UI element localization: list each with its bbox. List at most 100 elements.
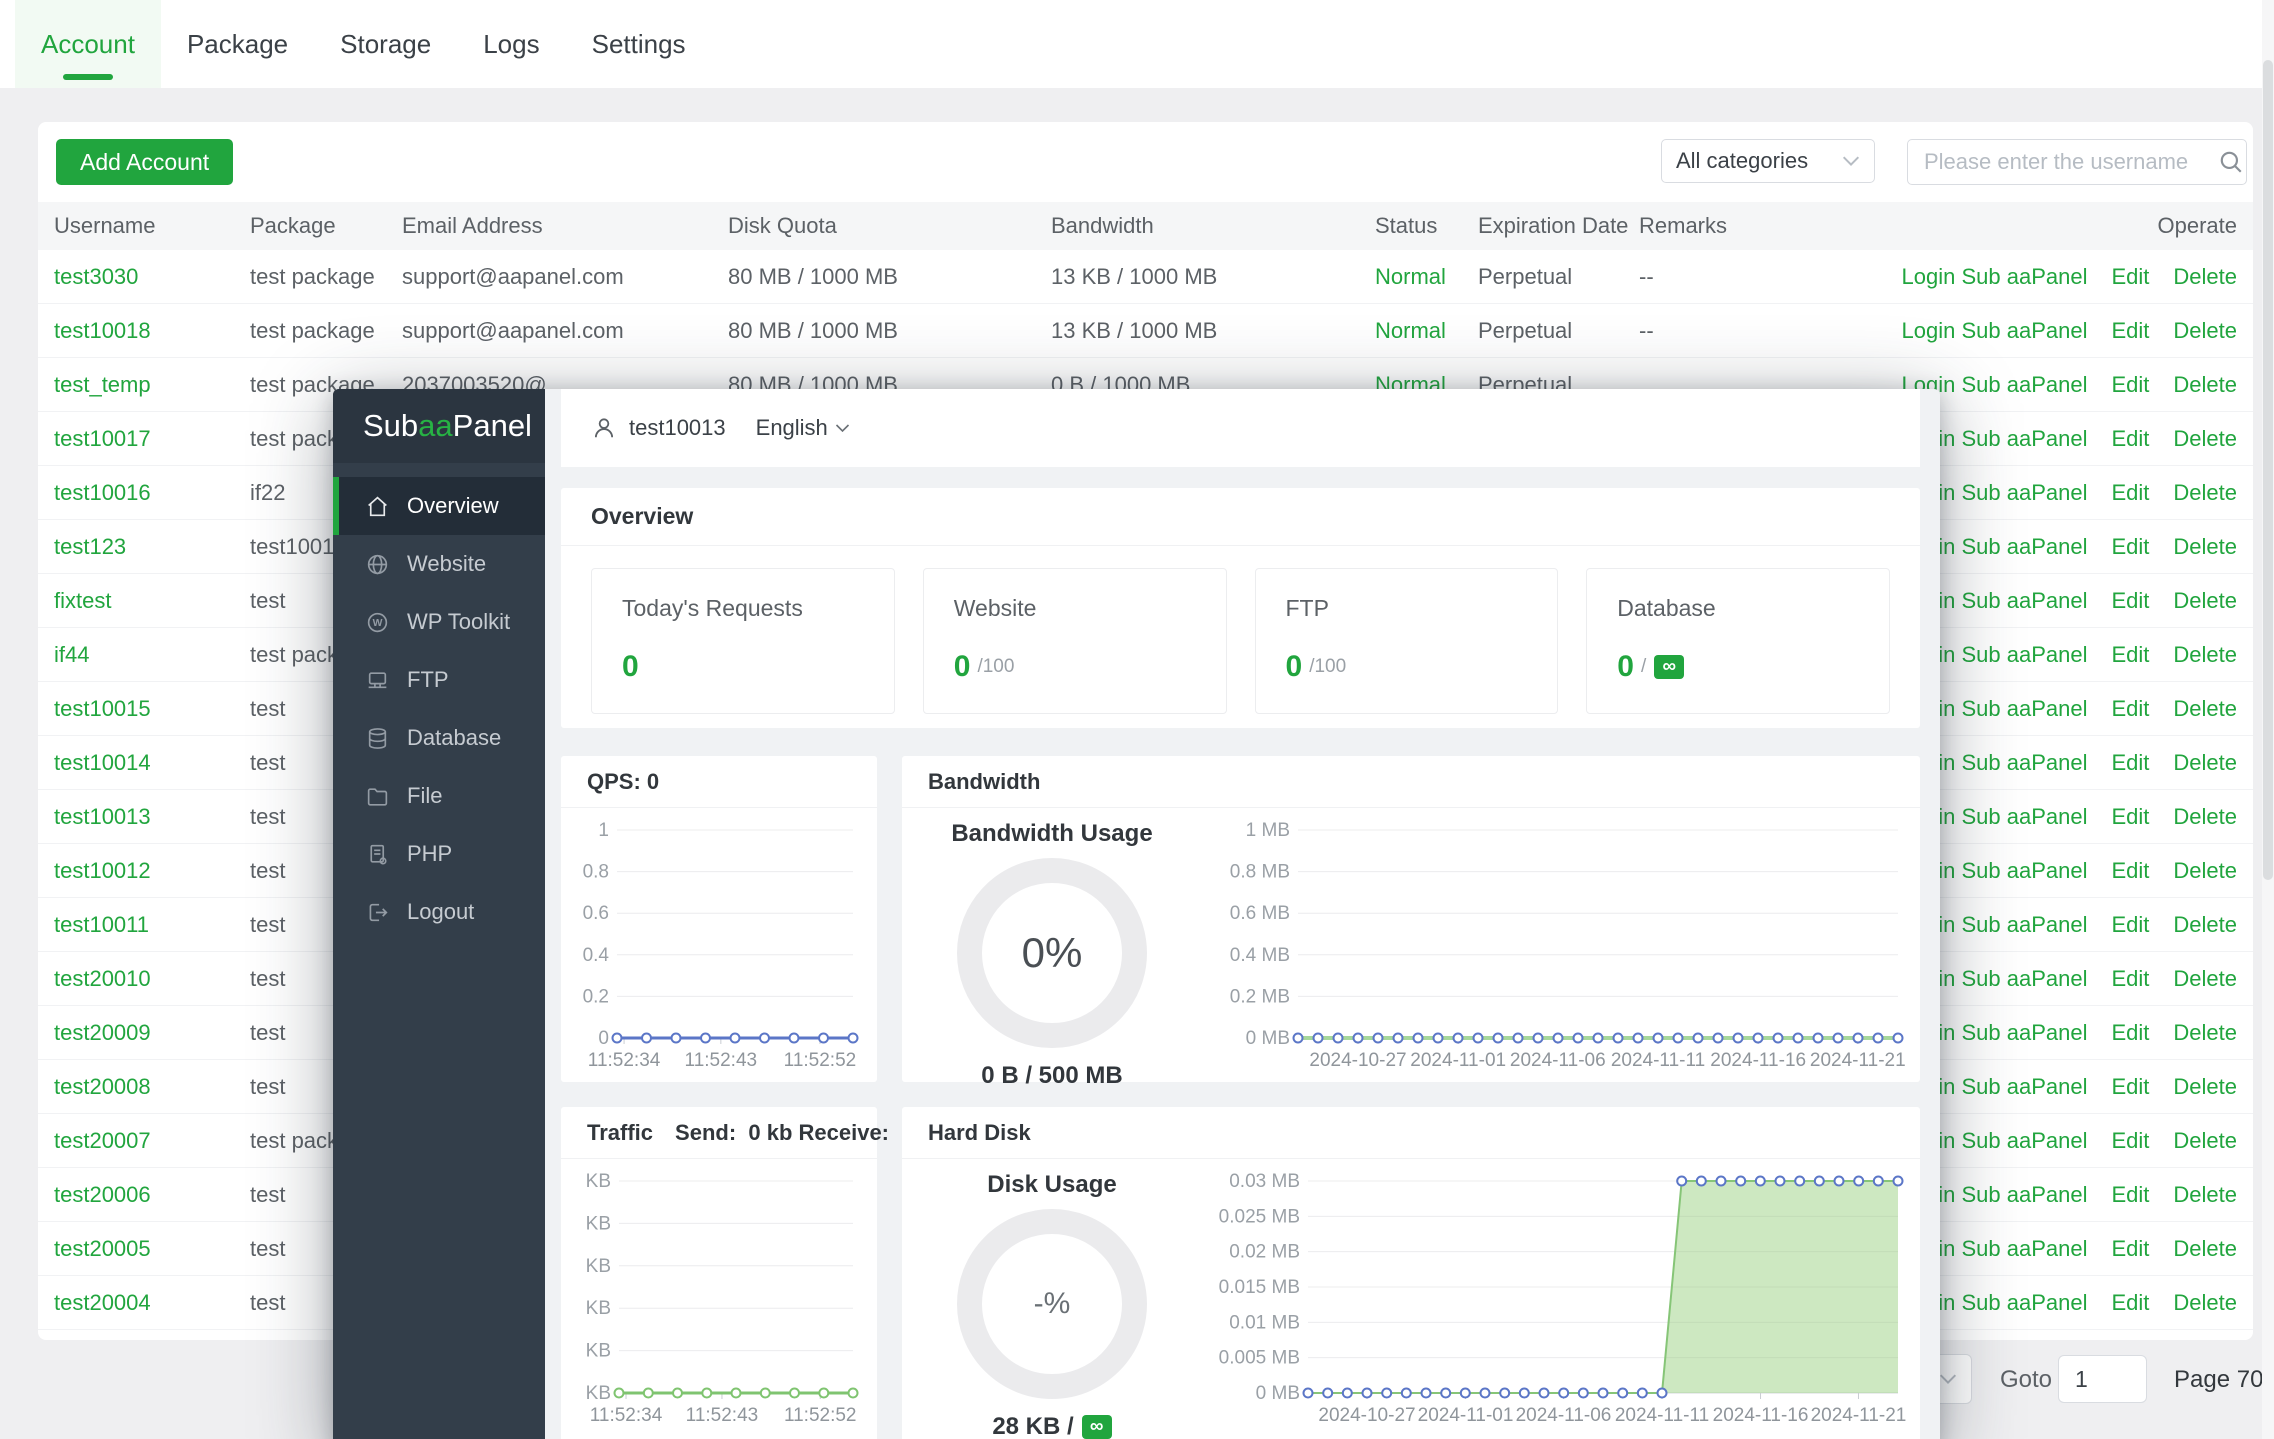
edit-link[interactable]: Edit — [2111, 318, 2149, 344]
delete-link[interactable]: Delete — [2173, 858, 2237, 884]
delete-link[interactable]: Delete — [2173, 1128, 2237, 1154]
sidebar-item-ftp[interactable]: FTP — [333, 651, 545, 709]
delete-link[interactable]: Delete — [2173, 750, 2237, 776]
login-sub-aapanel-link[interactable]: Login Sub aaPanel — [1902, 264, 2088, 290]
delete-link[interactable]: Delete — [2173, 588, 2237, 614]
column-header-username: Username — [54, 213, 250, 239]
sidebar-item-website[interactable]: Website — [333, 535, 545, 593]
username-link[interactable]: test10018 — [54, 318, 250, 344]
username-link[interactable]: test10015 — [54, 696, 250, 722]
category-filter-select[interactable]: All categories — [1661, 139, 1875, 183]
logo-text-sub: Sub — [363, 408, 418, 444]
traffic-panel-title: TrafficSend: 0 kb Receive: 0 kb — [561, 1107, 877, 1159]
delete-link[interactable]: Delete — [2173, 696, 2237, 722]
edit-link[interactable]: Edit — [2111, 1182, 2149, 1208]
username-link[interactable]: test20009 — [54, 1020, 250, 1046]
edit-link[interactable]: Edit — [2111, 480, 2149, 506]
column-header-package: Package — [250, 213, 402, 239]
tab-settings[interactable]: Settings — [566, 0, 712, 88]
username-link[interactable]: fixtest — [54, 588, 250, 614]
username-link[interactable]: test20004 — [54, 1290, 250, 1316]
tab-bar: AccountPackageStorageLogsSettings — [0, 0, 2262, 88]
stat-card-value: 0 — [954, 650, 971, 684]
language-selector[interactable]: English — [756, 415, 850, 441]
scrollbar-thumb[interactable] — [2263, 60, 2273, 880]
username-link[interactable]: test10012 — [54, 858, 250, 884]
username-link[interactable]: test10011 — [54, 912, 250, 938]
delete-link[interactable]: Delete — [2173, 372, 2237, 398]
edit-link[interactable]: Edit — [2111, 264, 2149, 290]
edit-link[interactable]: Edit — [2111, 1290, 2149, 1316]
tab-logs[interactable]: Logs — [457, 0, 565, 88]
search-box[interactable] — [1907, 139, 2247, 185]
edit-link[interactable]: Edit — [2111, 696, 2149, 722]
page-scrollbar[interactable] — [2262, 0, 2274, 1439]
tab-storage[interactable]: Storage — [314, 0, 457, 88]
sidebar-item-php[interactable]: PHP — [333, 825, 545, 883]
sidebar-item-file[interactable]: File — [333, 767, 545, 825]
hard-disk-panel: Hard Disk Disk Usage -% 28 KB / ∞ 0.03 M… — [902, 1107, 1920, 1439]
search-input[interactable] — [1908, 149, 2212, 175]
edit-link[interactable]: Edit — [2111, 858, 2149, 884]
edit-link[interactable]: Edit — [2111, 1236, 2149, 1262]
tab-package[interactable]: Package — [161, 0, 314, 88]
delete-link[interactable]: Delete — [2173, 1236, 2237, 1262]
delete-link[interactable]: Delete — [2173, 426, 2237, 452]
sidebar-item-logout[interactable]: Logout — [333, 883, 545, 941]
edit-link[interactable]: Edit — [2111, 966, 2149, 992]
username-link[interactable]: test3030 — [54, 264, 250, 290]
svg-text:0.025 MB: 0.025 MB — [1219, 1206, 1300, 1227]
disk-percent: -% — [1034, 1287, 1071, 1321]
edit-link[interactable]: Edit — [2111, 912, 2149, 938]
username-link[interactable]: test20010 — [54, 966, 250, 992]
delete-link[interactable]: Delete — [2173, 1290, 2237, 1316]
username-link[interactable]: test20006 — [54, 1182, 250, 1208]
edit-link[interactable]: Edit — [2111, 426, 2149, 452]
sidebar-item-database[interactable]: Database — [333, 709, 545, 767]
username-link[interactable]: test10014 — [54, 750, 250, 776]
hard-disk-panel-title: Hard Disk — [902, 1107, 1920, 1159]
svg-text:2024-11-21: 2024-11-21 — [1810, 1050, 1906, 1071]
svg-text:0 MB: 0 MB — [1246, 1028, 1290, 1049]
username-link[interactable]: test10017 — [54, 426, 250, 452]
edit-link[interactable]: Edit — [2111, 1128, 2149, 1154]
delete-link[interactable]: Delete — [2173, 912, 2237, 938]
username-link[interactable]: test10013 — [54, 804, 250, 830]
edit-link[interactable]: Edit — [2111, 588, 2149, 614]
username-link[interactable]: test20005 — [54, 1236, 250, 1262]
search-icon[interactable] — [2218, 149, 2244, 175]
delete-link[interactable]: Delete — [2173, 966, 2237, 992]
delete-link[interactable]: Delete — [2173, 804, 2237, 830]
sidebar-item-overview[interactable]: Overview — [333, 477, 545, 535]
login-sub-aapanel-link[interactable]: Login Sub aaPanel — [1902, 318, 2088, 344]
delete-link[interactable]: Delete — [2173, 534, 2237, 560]
delete-link[interactable]: Delete — [2173, 318, 2237, 344]
operate-cell: Login Sub aaPanelEditDelete — [1935, 372, 2237, 398]
edit-link[interactable]: Edit — [2111, 1074, 2149, 1100]
operate-cell: Login Sub aaPanelEditDelete — [1935, 642, 2237, 668]
sidebar-item-wp-toolkit[interactable]: WWP Toolkit — [333, 593, 545, 651]
username-link[interactable]: test123 — [54, 534, 250, 560]
edit-link[interactable]: Edit — [2111, 804, 2149, 830]
svg-text:11:52:52: 11:52:52 — [784, 1050, 857, 1071]
add-account-button[interactable]: Add Account — [56, 139, 233, 185]
username-link[interactable]: test20008 — [54, 1074, 250, 1100]
email-cell: support@aapanel.com — [402, 264, 728, 290]
goto-page-input[interactable] — [2058, 1355, 2147, 1403]
delete-link[interactable]: Delete — [2173, 1020, 2237, 1046]
delete-link[interactable]: Delete — [2173, 1182, 2237, 1208]
tab-account[interactable]: Account — [15, 0, 161, 88]
username-link[interactable]: test20007 — [54, 1128, 250, 1154]
username-link[interactable]: test_temp — [54, 372, 250, 398]
edit-link[interactable]: Edit — [2111, 372, 2149, 398]
edit-link[interactable]: Edit — [2111, 534, 2149, 560]
edit-link[interactable]: Edit — [2111, 642, 2149, 668]
username-link[interactable]: test10016 — [54, 480, 250, 506]
edit-link[interactable]: Edit — [2111, 1020, 2149, 1046]
delete-link[interactable]: Delete — [2173, 480, 2237, 506]
username-link[interactable]: if44 — [54, 642, 250, 668]
edit-link[interactable]: Edit — [2111, 750, 2149, 776]
delete-link[interactable]: Delete — [2173, 264, 2237, 290]
delete-link[interactable]: Delete — [2173, 1074, 2237, 1100]
delete-link[interactable]: Delete — [2173, 642, 2237, 668]
